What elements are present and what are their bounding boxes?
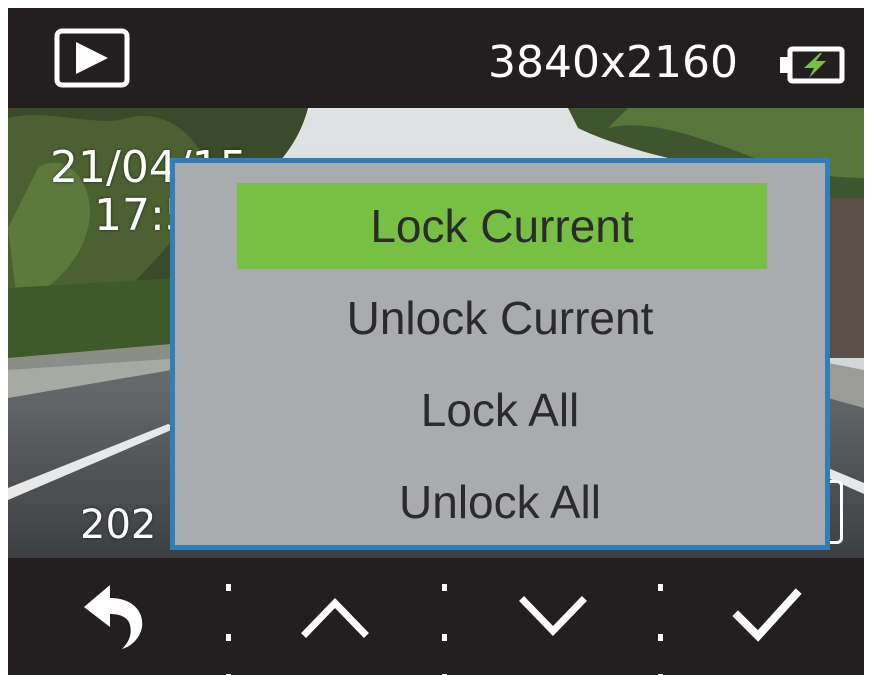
confirm-button[interactable] — [722, 576, 812, 656]
menu-item-unlock-current[interactable]: Unlock Current — [175, 275, 825, 361]
playback-icon — [54, 28, 130, 88]
down-button[interactable] — [508, 576, 598, 656]
menu-item-unlock-all[interactable]: Unlock All — [175, 459, 825, 545]
up-button[interactable] — [290, 576, 380, 656]
resolution-label: 3840x2160 — [488, 37, 738, 88]
status-bar: 3840x2160 — [8, 8, 864, 108]
back-button[interactable] — [70, 576, 160, 656]
checkmark-icon — [732, 588, 802, 642]
battery-charging-icon — [780, 46, 845, 84]
timestamp-overlay: 202 — [80, 502, 157, 548]
chevron-down-icon — [519, 596, 587, 637]
dashcam-screen: 3840x2160 21/04/15 17:5 202 Lock Current… — [8, 8, 864, 675]
menu-item-lock-all[interactable]: Lock All — [175, 367, 825, 453]
chevron-up-icon — [301, 597, 369, 638]
button-separator — [658, 568, 664, 675]
lock-menu: Lock Current Unlock Current Lock All Unl… — [170, 158, 830, 550]
menu-item-lock-current[interactable]: Lock Current — [237, 183, 767, 269]
button-bar — [8, 558, 864, 675]
button-separator — [226, 568, 232, 675]
button-separator — [442, 568, 448, 675]
back-arrow-icon — [84, 585, 143, 649]
overlay-bracket — [830, 480, 843, 544]
